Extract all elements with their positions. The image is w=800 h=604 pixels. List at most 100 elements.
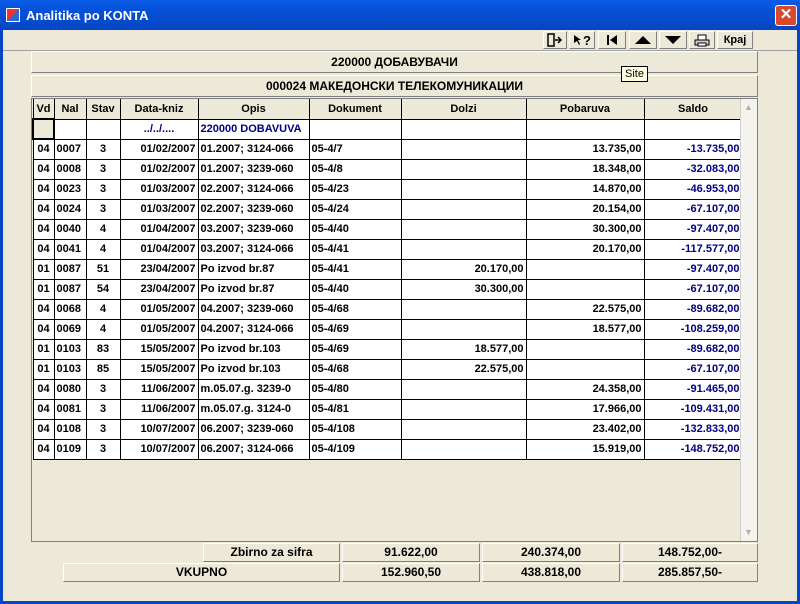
cell-dolzi[interactable]: 30.300,00 — [400, 278, 527, 300]
cell-stav[interactable]: 4 — [85, 318, 121, 340]
cell-opis[interactable]: 01.2007; 3124-066 — [197, 138, 310, 160]
cell-dok[interactable]: 05-4/68 — [308, 358, 402, 380]
table-row[interactable]: 04 0068 4 01/05/2007 04.2007; 3239-060 05-4/6… — [32, 298, 743, 320]
cell-opis[interactable]: 220000 DOBAVUVA — [197, 118, 310, 140]
cell-dok[interactable]: 05-4/7 — [308, 138, 402, 160]
cell-nal[interactable]: 0008 — [53, 158, 87, 180]
table-row[interactable]: 01 0087 54 23/04/2007 Po izvod br.87 05-4/40 3… — [32, 278, 743, 300]
cell-vd[interactable]: 01 — [32, 338, 55, 360]
table-row[interactable]: 04 0080 3 11/06/2007 m.05.07.g. 3239-0 05-4/8… — [32, 378, 743, 400]
cell-vd[interactable]: 04 — [32, 138, 55, 160]
cell-nal[interactable]: 0108 — [53, 418, 87, 440]
cell-saldo[interactable] — [643, 118, 743, 140]
cell-pobaruva[interactable]: 20.170,00 — [525, 238, 645, 260]
cell-saldo[interactable]: -97.407,00 — [643, 258, 743, 280]
cell-pobaruva[interactable]: 17.966,00 — [525, 398, 645, 420]
cell-stav[interactable]: 3 — [85, 178, 121, 200]
table-row[interactable]: 04 0041 4 01/04/2007 03.2007; 3124-066 05-4/4… — [32, 238, 743, 260]
cell-nal[interactable]: 0103 — [53, 338, 87, 360]
cell-dok[interactable]: 05-4/69 — [308, 338, 402, 360]
cell-dolzi[interactable]: 18.577,00 — [400, 338, 527, 360]
cell-opis[interactable]: 04.2007; 3239-060 — [197, 298, 310, 320]
table-row[interactable]: 04 0024 3 01/03/2007 02.2007; 3239-060 05-4/2… — [32, 198, 743, 220]
table-row[interactable]: 04 0081 3 11/06/2007 m.05.07.g. 3124-0 05-4/8… — [32, 398, 743, 420]
cell-dolzi[interactable] — [400, 178, 527, 200]
cell-saldo[interactable]: -46.953,00 — [643, 178, 743, 200]
cell-vd[interactable]: 04 — [32, 378, 55, 400]
cell-dolzi[interactable] — [400, 378, 527, 400]
column-header-vd[interactable]: Vd — [32, 99, 55, 120]
cell-dolzi[interactable] — [400, 198, 527, 220]
table-row[interactable]: 04 0108 3 10/07/2007 06.2007; 3239-060 05-4/1… — [32, 418, 743, 440]
cell-pobaruva[interactable]: 13.735,00 — [525, 138, 645, 160]
print-icon[interactable] — [689, 31, 715, 49]
cell-dok[interactable]: 05-4/41 — [308, 238, 402, 260]
column-header-date[interactable]: Data-kniz — [119, 99, 199, 120]
cell-stav[interactable]: 3 — [85, 378, 121, 400]
cell-opis[interactable]: m.05.07.g. 3239-0 — [197, 378, 310, 400]
cell-dolzi[interactable] — [400, 318, 527, 340]
table-row[interactable]: 04 0008 3 01/02/2007 01.2007; 3239-060 05-4/8… — [32, 158, 743, 180]
cell-pobaruva[interactable]: 23.402,00 — [525, 418, 645, 440]
cell-saldo[interactable]: -108.259,00 — [643, 318, 743, 340]
cell-date[interactable]: 11/06/2007 — [119, 378, 199, 400]
cell-date[interactable]: 01/04/2007 — [119, 238, 199, 260]
table-row[interactable]: 04 0023 3 01/03/2007 02.2007; 3124-066 05-4/2… — [32, 178, 743, 200]
cell-date[interactable]: 11/06/2007 — [119, 398, 199, 420]
cell-opis[interactable]: 06.2007; 3239-060 — [197, 418, 310, 440]
cell-vd[interactable]: 04 — [32, 318, 55, 340]
cell-vd[interactable]: 04 — [32, 418, 55, 440]
cell-vd[interactable]: 01 — [32, 258, 55, 280]
cell-date[interactable]: 15/05/2007 — [119, 338, 199, 360]
scroll-down-icon[interactable]: ▼ — [740, 524, 757, 541]
cell-stav[interactable]: 3 — [85, 138, 121, 160]
table-row[interactable]: 04 0007 3 01/02/2007 01.2007; 3124-066 05-4/7… — [32, 138, 743, 160]
cell-dolzi[interactable]: 20.170,00 — [400, 258, 527, 280]
krai-button[interactable]: Крај — [717, 31, 753, 49]
exit-icon[interactable] — [543, 31, 567, 49]
cell-dok[interactable]: 05-4/80 — [308, 378, 402, 400]
cell-stav[interactable]: 3 — [85, 158, 121, 180]
column-header-dokument[interactable]: Dokument — [308, 99, 402, 120]
cell-pobaruva[interactable] — [525, 118, 645, 140]
cell-dok[interactable]: 05-4/40 — [308, 278, 402, 300]
column-header-nal[interactable]: Nal — [53, 99, 87, 120]
cell-nal[interactable]: 0081 — [53, 398, 87, 420]
cell-stav[interactable]: 3 — [85, 398, 121, 420]
cell-dolzi[interactable] — [400, 438, 527, 460]
cell-dolzi[interactable] — [400, 218, 527, 240]
cell-dok[interactable]: 05-4/81 — [308, 398, 402, 420]
data-grid[interactable]: Vd Nal Stav Data-kniz Opis Dokument Dolz… — [31, 98, 758, 542]
cell-date[interactable]: 01/05/2007 — [119, 298, 199, 320]
cell-dolzi[interactable] — [400, 418, 527, 440]
cell-nal[interactable]: 0068 — [53, 298, 87, 320]
column-header-dolzi[interactable]: Dolzi — [400, 99, 527, 120]
cell-dolzi[interactable]: 22.575,00 — [400, 358, 527, 380]
cell-saldo[interactable]: -67.107,00 — [643, 278, 743, 300]
cell-dolzi[interactable] — [400, 158, 527, 180]
cell-nal[interactable]: 0080 — [53, 378, 87, 400]
cell-nal[interactable]: 0069 — [53, 318, 87, 340]
cell-nal[interactable] — [53, 118, 87, 140]
first-record-icon[interactable] — [598, 31, 626, 49]
cell-vd[interactable]: 04 — [32, 198, 55, 220]
column-header-opis[interactable]: Opis — [197, 99, 310, 120]
cell-dolzi[interactable] — [400, 118, 527, 140]
cell-pobaruva[interactable]: 22.575,00 — [525, 298, 645, 320]
cell-date[interactable]: 01/02/2007 — [119, 158, 199, 180]
cell-stav[interactable]: 4 — [85, 218, 121, 240]
cell-vd[interactable]: 04 — [32, 398, 55, 420]
cell-stav[interactable]: 4 — [85, 238, 121, 260]
cell-opis[interactable]: Po izvod br.103 — [197, 338, 310, 360]
column-header-pobaruva[interactable]: Pobaruva — [525, 99, 645, 120]
cell-stav[interactable]: 51 — [85, 258, 121, 280]
cell-nal[interactable]: 0087 — [53, 278, 87, 300]
cell-opis[interactable]: Po izvod br.87 — [197, 258, 310, 280]
current-cell[interactable] — [32, 118, 55, 140]
cell-pobaruva[interactable]: 30.300,00 — [525, 218, 645, 240]
cell-saldo[interactable]: -32.083,00 — [643, 158, 743, 180]
cell-opis[interactable]: 03.2007; 3124-066 — [197, 238, 310, 260]
cell-nal[interactable]: 0109 — [53, 438, 87, 460]
cell-vd[interactable]: 01 — [32, 358, 55, 380]
cell-dok[interactable]: 05-4/23 — [308, 178, 402, 200]
